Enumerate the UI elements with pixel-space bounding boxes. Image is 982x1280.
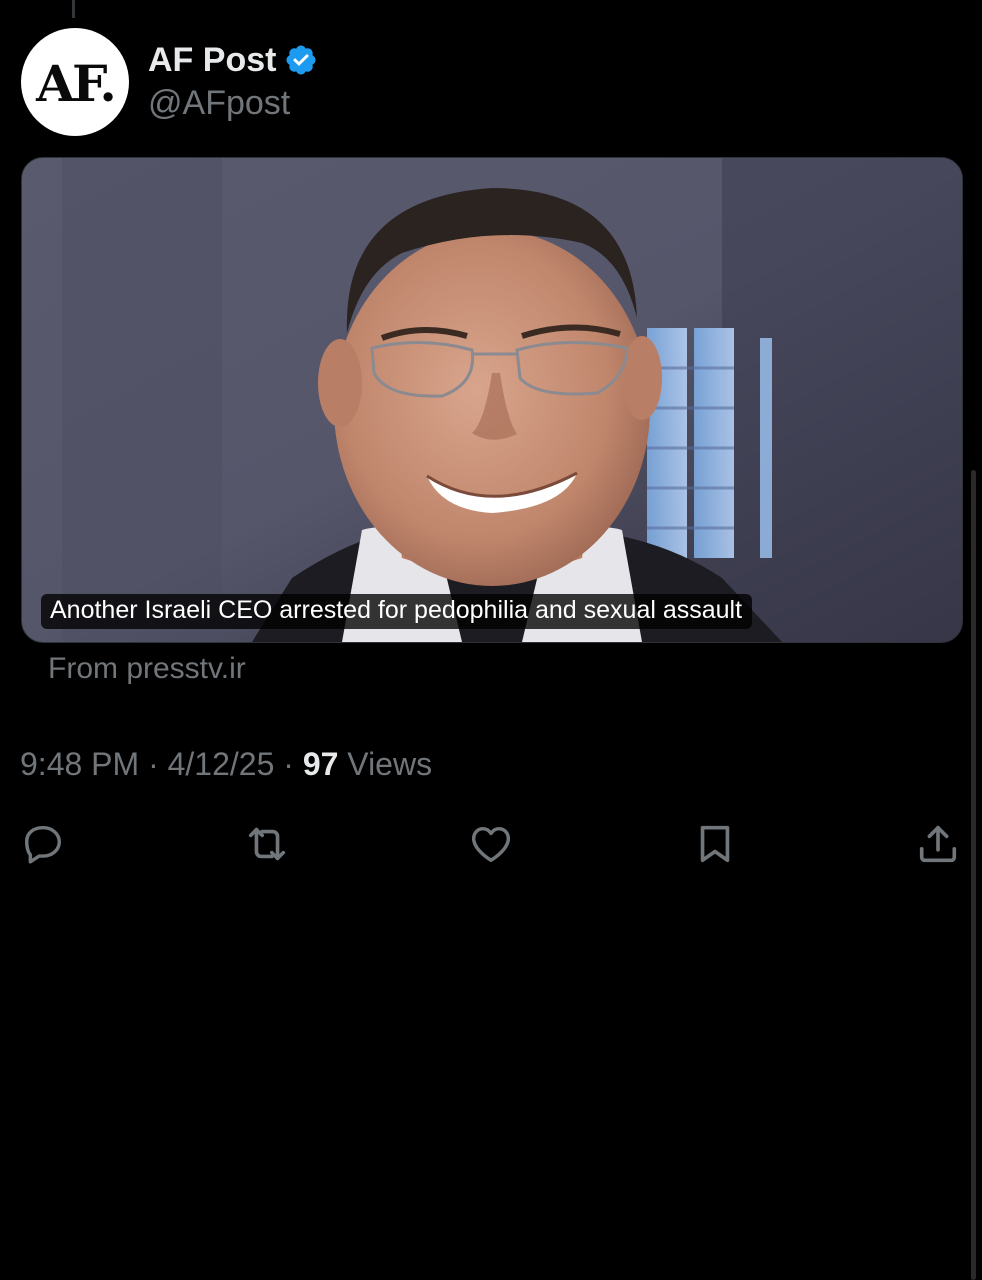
repost-button[interactable] [241,818,293,870]
reply-button[interactable] [17,818,69,870]
share-icon [919,825,957,863]
author-handle[interactable]: @AFpost [148,84,290,123]
post-time[interactable]: 9:48 PM [20,746,139,782]
author-name-row: AF Post [148,38,318,82]
bookmark-icon [700,825,730,863]
post-date[interactable]: 4/12/25 [168,746,275,782]
bookmark-button[interactable] [689,818,741,870]
views-count[interactable]: 97 [303,746,339,782]
share-button[interactable] [912,818,964,870]
heart-icon [471,826,511,863]
post-meta: 9:48 PM · 4/12/25 · 97 Views [20,746,432,783]
thread-connector-line [72,0,75,18]
views-label: Views [347,746,433,782]
scrollbar[interactable] [971,470,976,1280]
avatar-logo-text: AF. [36,53,117,113]
source-link[interactable]: From presstv.ir [48,652,246,686]
reply-icon [24,825,62,864]
media-caption: Another Israeli CEO arrested for pedophi… [41,594,753,629]
meta-separator: · [283,746,294,782]
photo-image [22,158,962,642]
action-bar [0,818,982,874]
display-name[interactable]: AF Post [148,41,276,80]
avatar[interactable]: AF. [21,28,129,136]
media-image-card[interactable]: Another Israeli CEO arrested for pedophi… [21,157,963,643]
verified-badge-icon[interactable] [284,43,318,77]
meta-separator: · [148,746,159,782]
like-button[interactable] [465,818,517,870]
repost-icon [248,827,286,861]
